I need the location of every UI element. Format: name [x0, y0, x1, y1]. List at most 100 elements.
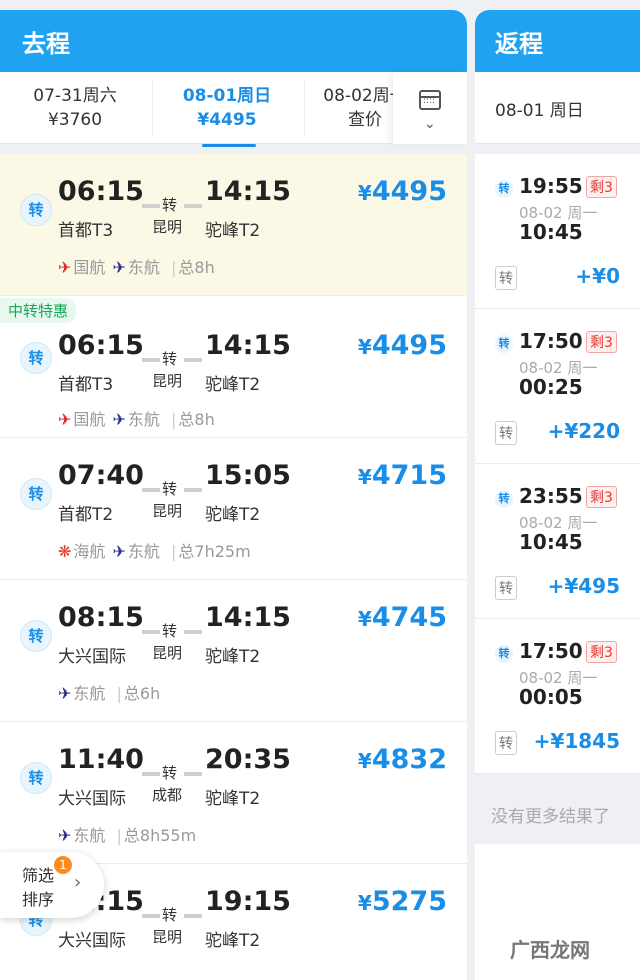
- transfer-deal-badge: 中转特惠: [0, 298, 77, 323]
- departure-airport: 首都T3: [58, 221, 114, 241]
- departure-airport: 大兴国际: [58, 647, 126, 667]
- transfer-icon: 转: [495, 335, 513, 353]
- return-departure-time: 17:50: [519, 639, 583, 663]
- route-line: [142, 488, 202, 493]
- flight-price: ¥5275: [357, 886, 447, 917]
- flight-row[interactable]: 中转特惠 转 06:15 转 昆明 14:15 首都T3 驼峰T2 ¥4495 …: [0, 296, 467, 438]
- chevron-right-icon: ›: [74, 872, 82, 893]
- watermark: 广西龙网: [510, 938, 590, 962]
- transfer-tag: 转: [495, 266, 517, 290]
- return-arrival-time: 10:45: [519, 530, 583, 554]
- outbound-panel: 去程 07-31周六 ¥3760 08-01周日 ¥4495 08-02周一 查…: [0, 10, 467, 980]
- via-city: 昆明: [152, 372, 183, 390]
- arrival-time: 15:05: [205, 460, 291, 491]
- filter-label: 筛选: [22, 866, 55, 885]
- date-price: ¥3760: [47, 110, 103, 130]
- arrival-time: 20:35: [205, 744, 291, 775]
- return-departure-time: 19:55: [519, 174, 583, 198]
- transfer-icon: 转: [20, 620, 52, 652]
- arrival-time: 14:15: [205, 176, 291, 207]
- flight-price: ¥4745: [357, 602, 447, 633]
- flight-row[interactable]: 转 08:15 转 昆明 14:15 大兴国际 驼峰T2 ¥4745 ✈ 东航 |…: [0, 580, 467, 722]
- departure-time: 07:40: [58, 460, 144, 491]
- filter-count-badge: 1: [54, 856, 72, 874]
- airline-info: ❋ 海航 ✈ 东航 | 总7h25m: [58, 542, 251, 561]
- return-price: +¥495: [547, 574, 620, 598]
- seats-left-badge: 剩3: [586, 176, 617, 198]
- route-line: [142, 204, 202, 209]
- transfer-icon: 转: [20, 478, 52, 510]
- arrival-time: 19:15: [205, 886, 291, 917]
- china-eastern-logo-icon: ✈: [112, 410, 126, 429]
- arrival-airport: 驼峰T2: [205, 505, 261, 525]
- arrival-airport: 驼峰T2: [205, 375, 261, 395]
- sort-label: 排序: [22, 890, 55, 909]
- calendar-button[interactable]: ⌄: [393, 72, 467, 144]
- airline-info: ✈ 国航 ✈ 东航 | 总8h: [58, 258, 215, 277]
- departure-time: 06:15: [58, 330, 144, 361]
- transfer-icon: 转: [20, 762, 52, 794]
- departure-airport: 大兴国际: [58, 789, 126, 809]
- return-departure-time: 23:55: [519, 484, 583, 508]
- china-eastern-logo-icon: ✈: [112, 258, 126, 277]
- via-city: 昆明: [152, 928, 183, 946]
- return-panel: 返程 08-01 周日 转 19:55 剩3 08-02 周一 10:45 转 …: [475, 10, 640, 980]
- chevron-down-icon: ⌄: [424, 116, 436, 132]
- return-flight-row[interactable]: 转 19:55 剩3 08-02 周一 10:45 转 +¥0: [475, 154, 640, 309]
- date-label: 07-31周六: [33, 86, 117, 106]
- china-eastern-logo-icon: ✈: [112, 542, 126, 561]
- china-eastern-logo-icon: ✈: [58, 684, 72, 703]
- return-flight-row[interactable]: 转 17:50 剩3 08-02 周一 00:25 转 +¥220: [475, 309, 640, 464]
- return-title: 返程: [475, 10, 640, 72]
- arrival-airport: 驼峰T2: [205, 221, 261, 241]
- no-more-results: 没有更多结果了: [475, 774, 640, 844]
- arrival-airport: 驼峰T2: [205, 931, 261, 951]
- date-tab-0801[interactable]: 08-01周日 ¥4495: [152, 84, 302, 147]
- china-eastern-logo-icon: ✈: [58, 826, 72, 845]
- arrival-time: 14:15: [205, 330, 291, 361]
- flight-row[interactable]: 转 06:15 转 昆明 14:15 首都T3 驼峰T2 ¥4495 ✈ 国航 ✈…: [0, 154, 467, 296]
- return-arrival-time: 10:45: [519, 220, 583, 244]
- seats-left-badge: 剩3: [586, 486, 617, 508]
- air-china-logo-icon: ✈: [58, 410, 72, 429]
- selected-indicator: [202, 144, 256, 147]
- return-arrival-time: 00:05: [519, 685, 583, 709]
- date-price: ¥4495: [197, 110, 257, 130]
- airline-info: ✈ 东航 | 总6h: [58, 684, 161, 703]
- via-city: 成都: [152, 786, 183, 804]
- transfer-tag: 转: [495, 421, 517, 445]
- return-arrival-time: 00:25: [519, 375, 583, 399]
- flight-price: ¥4495: [357, 176, 447, 207]
- transfer-tag: 转: [495, 576, 517, 600]
- departure-time: 08:15: [58, 602, 144, 633]
- route-line: [142, 914, 202, 919]
- return-date[interactable]: 08-01 周日: [475, 72, 640, 144]
- flight-row[interactable]: 转 11:40 转 成都 20:35 大兴国际 驼峰T2 ¥4832 ✈ 东航 |…: [0, 722, 467, 864]
- filter-sort-button[interactable]: 筛选 排序 1 ›: [0, 852, 104, 918]
- departure-airport: 大兴国际: [58, 931, 126, 951]
- flight-row[interactable]: 转 07:40 转 昆明 15:05 首都T2 驼峰T2 ¥4715 ❋ 海航 ✈…: [0, 438, 467, 580]
- date-label: 08-01周日: [182, 86, 272, 106]
- return-price: +¥0: [575, 264, 620, 288]
- return-flight-row[interactable]: 转 23:55 剩3 08-02 周一 10:45 转 +¥495: [475, 464, 640, 619]
- route-line: [142, 358, 202, 363]
- departure-time: 06:15: [58, 176, 144, 207]
- return-flight-row[interactable]: 转 17:50 剩3 08-02 周一 00:05 转 +¥1845: [475, 619, 640, 774]
- transfer-icon: 转: [20, 194, 52, 226]
- seats-left-badge: 剩3: [586, 641, 617, 663]
- return-departure-time: 17:50: [519, 329, 583, 353]
- flight-price: ¥4495: [357, 330, 447, 361]
- flight-price: ¥4715: [357, 460, 447, 491]
- hainan-airlines-logo-icon: ❋: [58, 542, 72, 561]
- arrival-airport: 驼峰T2: [205, 789, 261, 809]
- transfer-icon: 转: [20, 342, 52, 374]
- departure-airport: 首都T2: [58, 505, 114, 525]
- outbound-title: 去程: [0, 10, 467, 72]
- transfer-icon: 转: [495, 490, 513, 508]
- air-china-logo-icon: ✈: [58, 258, 72, 277]
- seats-left-badge: 剩3: [586, 331, 617, 353]
- date-tab-0731[interactable]: 07-31周六 ¥3760: [0, 84, 150, 132]
- via-city: 昆明: [152, 644, 183, 662]
- transfer-icon: 转: [495, 645, 513, 663]
- calendar-icon: [419, 90, 441, 110]
